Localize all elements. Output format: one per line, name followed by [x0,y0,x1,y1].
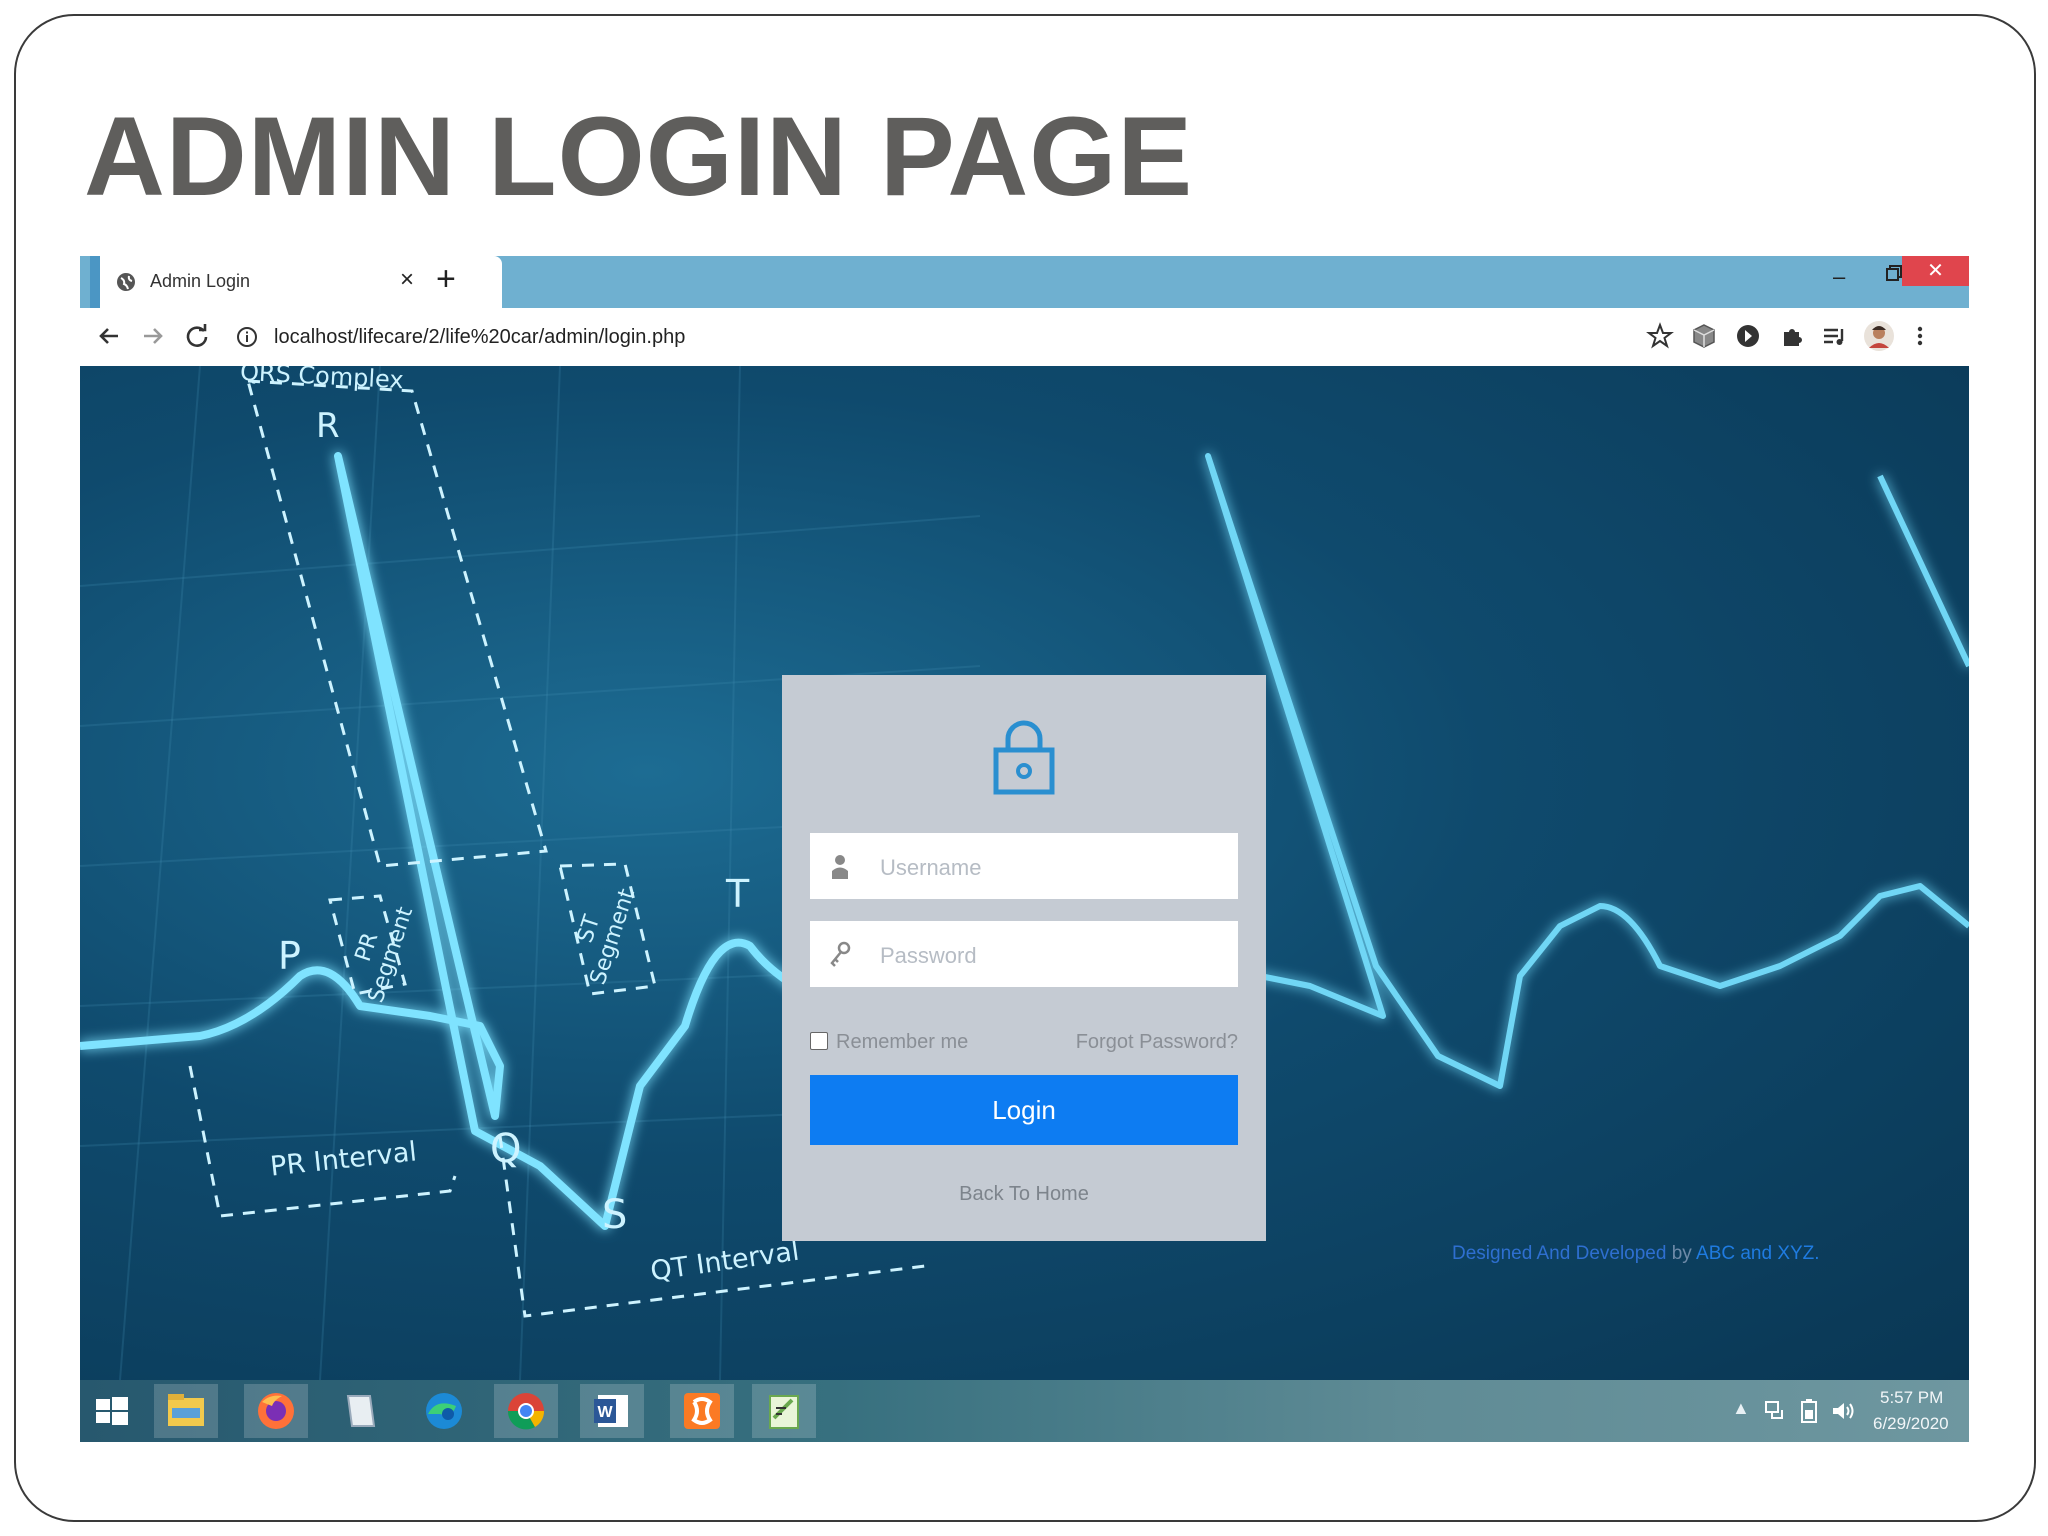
password-field[interactable]: Password [810,921,1238,987]
back-to-home-link[interactable]: Back To Home [782,1183,1266,1206]
login-button[interactable]: Login [810,1075,1238,1145]
notepad-plus-icon[interactable] [752,1384,816,1438]
password-placeholder: Password [880,943,977,968]
url-text: localhost/lifecare/2/life%20car/admin/lo… [274,326,686,348]
network-icon[interactable] [1762,1398,1788,1424]
back-arrow-icon[interactable] [94,321,124,351]
username-field[interactable]: Username [810,833,1238,899]
extension-cube-icon[interactable] [1690,322,1718,350]
chrome-icon[interactable] [494,1384,558,1438]
notes-app-icon[interactable] [328,1384,392,1438]
label-q: Q [490,1126,522,1172]
credit-by: by [1666,1243,1697,1264]
profile-avatar[interactable] [1863,320,1895,352]
login-card: Username Password Remember me Forgot Pas… [782,675,1266,1241]
forward-arrow-icon[interactable] [138,321,168,351]
browser-window: Admin Login × + – ✕ localhost/lifecare/2… [80,256,1969,1442]
label-t: T [726,872,750,916]
slide-title: ADMIN LOGIN PAGE [84,94,1194,219]
tab-accent [90,256,100,308]
credit-designed: Designed And Developed [1452,1243,1667,1264]
firefox-icon[interactable] [244,1384,308,1438]
tray-up-arrow-icon[interactable]: ▲ [1732,1398,1750,1419]
media-queue-icon[interactable] [1820,322,1848,350]
credit-names[interactable]: ABC and XYZ. [1696,1243,1820,1264]
clock-date[interactable]: 6/29/2020 [1873,1414,1949,1434]
battery-icon[interactable] [1796,1398,1822,1424]
close-window-button[interactable]: ✕ [1902,256,1969,286]
info-icon[interactable] [236,326,258,348]
label-s: S [602,1192,628,1238]
word-icon[interactable]: W [580,1384,644,1438]
volume-icon[interactable] [1830,1398,1856,1424]
xampp-icon[interactable] [670,1384,734,1438]
user-icon [832,855,848,879]
edge-icon[interactable] [412,1384,476,1438]
footer-credit: Designed And Developed by ABC and XYZ. [1452,1243,1820,1265]
tab-bar: Admin Login × + – ✕ [80,256,1969,308]
menu-kebab-icon[interactable] [1906,322,1934,350]
remember-me-label: Remember me [836,1031,969,1053]
login-page-background: QRS Complex R P T Q S PR Segment ST Segm… [80,366,1969,1380]
ecg-trace-right [1205,453,1969,1089]
remember-me-checkbox[interactable]: Remember me [810,1031,968,1054]
minimize-button[interactable]: – [1833,264,1845,290]
lock-icon [993,720,1055,795]
tab-title: Admin Login [150,271,251,291]
extension-circle-icon[interactable] [1734,322,1762,350]
tab-close-icon[interactable]: × [400,266,414,294]
clock-time[interactable]: 5:57 PM [1880,1388,1943,1408]
forgot-password-link[interactable]: Forgot Password? [1076,1031,1238,1054]
url-field[interactable]: localhost/lifecare/2/life%20car/admin/lo… [230,316,1730,358]
start-windows-icon[interactable] [80,1384,144,1438]
globe-icon [117,273,135,291]
address-bar-row: localhost/lifecare/2/life%20car/admin/lo… [80,308,1969,367]
new-tab-button[interactable]: + [436,262,456,296]
puzzle-icon[interactable] [1778,322,1806,350]
username-placeholder: Username [880,855,982,880]
label-r: R [316,406,340,446]
svg-text:W: W [597,1404,613,1421]
reload-icon[interactable] [182,321,212,351]
key-icon [830,941,851,967]
file-explorer-icon[interactable] [154,1384,218,1438]
label-p: P [278,934,301,978]
windows-taskbar: W ▲ 5:57 PM 6/29/2020 [80,1380,1969,1442]
bookmark-star-icon[interactable] [1646,322,1674,350]
checkbox-box[interactable] [810,1031,828,1050]
